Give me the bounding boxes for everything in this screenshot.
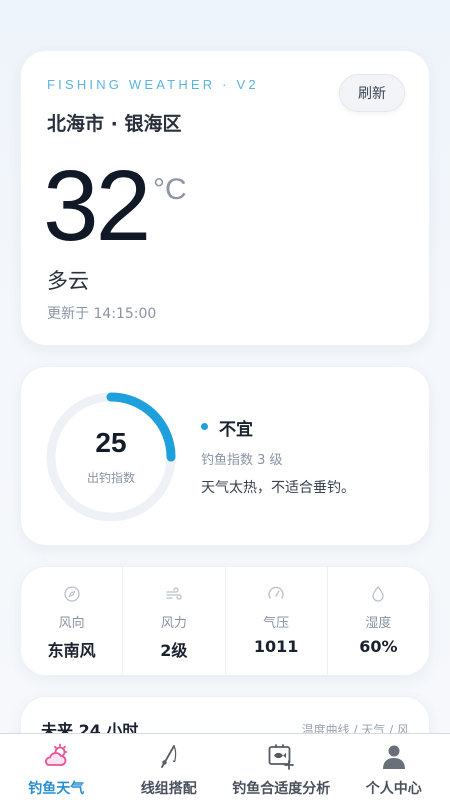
metric-label: 风力 — [160, 616, 187, 631]
nav-item-profile[interactable]: 个人中心 — [338, 734, 450, 800]
weather-cloud-sun-icon — [45, 743, 68, 766]
temperature-unit: °C — [153, 173, 187, 206]
metric-wind-force: 风力 2级 — [123, 567, 226, 675]
metric-humidity: 湿度 60% — [328, 567, 429, 675]
status-dot — [201, 423, 208, 430]
location-label: 北海市 · 银海区 — [47, 113, 182, 135]
metric-wind-direction: 风向 东南风 — [21, 567, 124, 675]
wind-icon — [166, 587, 182, 600]
app-tag: FISHING WEATHER · V2 — [47, 77, 259, 92]
fishing-index-level: 钓鱼指数 3 级 — [201, 453, 283, 468]
fishing-advice: 天气太热，不适合垂钓。 — [201, 480, 355, 496]
nav-label: 钓鱼合适度分析 — [232, 781, 331, 797]
nav-label: 个人中心 — [365, 781, 422, 797]
weather-card: FISHING WEATHER · V2 刷新 北海市 · 银海区 32 °C … — [20, 50, 430, 346]
fishing-index-value: 25 — [95, 427, 127, 458]
nav-item-fishing-weather[interactable]: 钓鱼天气 — [0, 734, 113, 800]
fishing-index-label: 出钓指数 — [86, 471, 135, 485]
metrics-card: 风向 东南风 风力 2级 气压 1011 湿度 60% — [20, 566, 430, 676]
temperature-value: 32 — [43, 150, 151, 262]
compass-icon — [63, 586, 80, 602]
fishing-rod-icon — [160, 745, 177, 768]
metric-value: 东南风 — [47, 641, 96, 660]
fishing-index-card: 25 出钓指数 不宜 钓鱼指数 3 级 天气太热，不适合垂钓。 — [20, 366, 430, 546]
metric-label: 气压 — [263, 616, 290, 631]
gauge-icon — [268, 586, 284, 599]
weather-condition: 多云 — [47, 269, 89, 293]
user-icon — [382, 745, 405, 769]
bottom-nav: 钓鱼天气 线组搭配 钓鱼合适度分析 个人中心 — [0, 733, 450, 800]
metric-pressure: 气压 1011 — [226, 567, 328, 675]
metric-label: 风向 — [58, 616, 85, 631]
metric-label: 湿度 — [365, 616, 392, 631]
fishing-status: 不宜 — [219, 420, 253, 440]
refresh-button[interactable]: 刷新 — [339, 74, 405, 112]
fish-add-icon — [268, 744, 295, 770]
nav-label: 钓鱼天气 — [28, 781, 85, 797]
metric-value: 60% — [359, 637, 398, 656]
updated-time: 更新于 14:15:00 — [47, 306, 157, 322]
metric-value: 2级 — [160, 641, 188, 660]
droplet-icon — [372, 586, 385, 602]
nav-item-line-setup[interactable]: 线组搭配 — [113, 734, 226, 800]
nav-label: 线组搭配 — [140, 781, 197, 797]
metric-value: 1011 — [253, 637, 299, 656]
nav-item-suitability-analysis[interactable]: 钓鱼合适度分析 — [225, 734, 338, 800]
